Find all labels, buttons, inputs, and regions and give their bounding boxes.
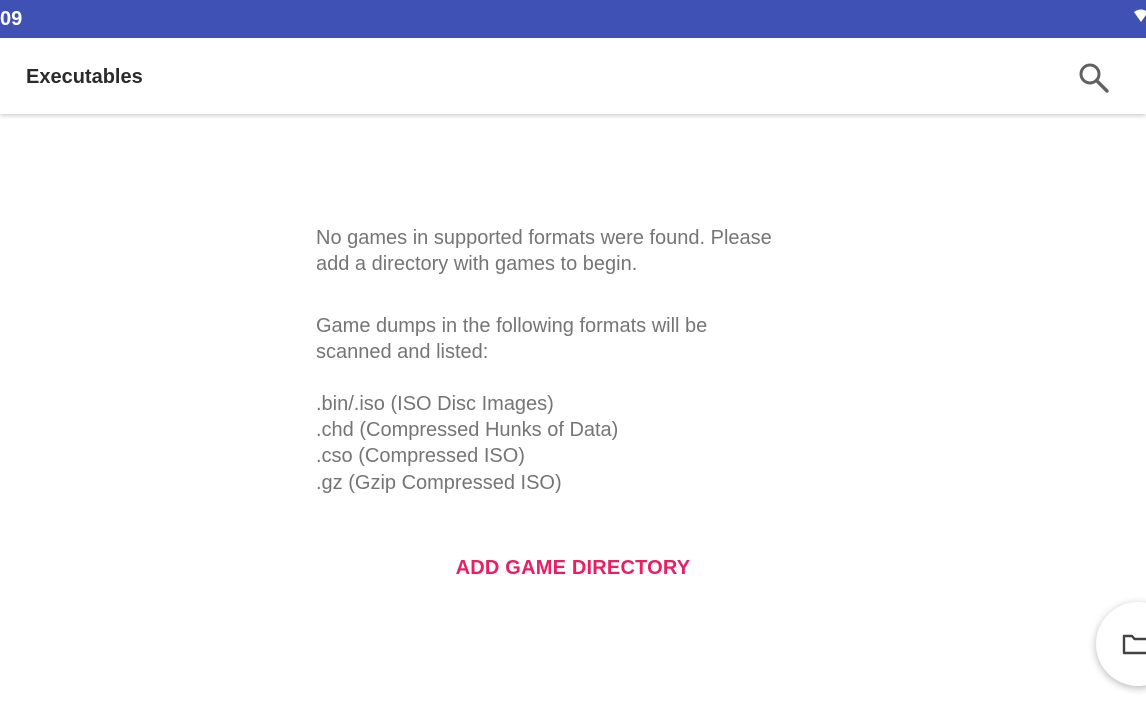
list-item: .gz (Gzip Compressed ISO) (316, 471, 562, 494)
wifi-icon (1134, 9, 1146, 23)
format-list: .bin/.iso (ISO Disc Images) .chd (Compre… (316, 391, 618, 496)
list-item: .chd (Compressed Hunks of Data) (316, 419, 619, 442)
no-games-message: No games in supported formats were found… (316, 227, 772, 275)
status-time: 09 (0, 8, 23, 30)
list-item: .bin/.iso (ISO Disc Images) (316, 393, 554, 415)
list-item: .cso (Compressed ISO) (316, 445, 525, 468)
search-button[interactable] (1074, 58, 1114, 98)
search-icon (1074, 61, 1114, 95)
add-game-directory-button[interactable]: ADD GAME DIRECTORY (446, 546, 700, 590)
status-bar: 09 (0, 0, 1146, 38)
app-bar: Executables (0, 38, 1146, 114)
empty-state: No games in supported formats were found… (0, 114, 1146, 716)
formats-intro: Game dumps in the following formats will… (316, 315, 708, 363)
page-title: Executables (26, 66, 143, 88)
